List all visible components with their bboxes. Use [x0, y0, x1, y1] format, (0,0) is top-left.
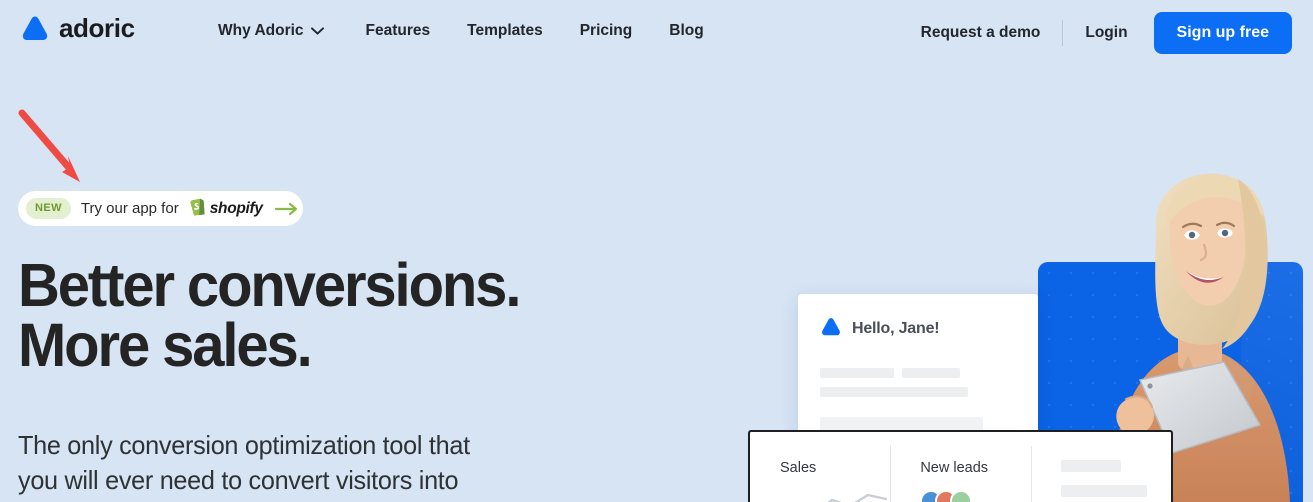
avatar [950, 490, 973, 502]
nav-actions: Request a demo Login Sign up free [921, 12, 1292, 54]
arrow-right-icon [273, 202, 299, 216]
hello-greeting: Hello, Jane! [852, 320, 940, 337]
stats-column-placeholder [1030, 432, 1171, 502]
avatar-group [920, 490, 1030, 502]
stats-column-new-leads: New leads [890, 432, 1030, 502]
placeholder-bar [902, 368, 960, 378]
nav-links: Why Adoric Features Templates Pricing Bl… [218, 22, 741, 40]
nav-link-label: Templates [467, 22, 543, 39]
placeholder-bar [820, 387, 968, 397]
promo-pill-text: Try our app for [80, 200, 179, 217]
nav-divider [1062, 20, 1064, 46]
hero-illustration: Hello, Jane! Sales New leads [740, 80, 1313, 502]
login-link[interactable]: Login [1085, 14, 1127, 52]
new-badge: NEW [26, 198, 71, 219]
page-title: Better conversions. More sales. [18, 255, 683, 379]
subcopy-line-1: The only conversion optimization tool th… [18, 430, 470, 460]
placeholder-bar [820, 368, 894, 378]
adoric-triangle-logo-icon [820, 316, 842, 342]
brand-logo[interactable]: adoric [20, 14, 135, 42]
stats-column-label: Sales [780, 460, 817, 476]
nav-link-label: Blog [669, 22, 704, 39]
sign-up-free-button[interactable]: Sign up free [1153, 12, 1292, 54]
stats-column-label: New leads [920, 460, 989, 476]
nav-link-label: Pricing [579, 22, 633, 39]
chevron-down-icon [310, 27, 324, 35]
stats-column-sales: Sales [750, 432, 890, 502]
hero-subcopy: The only conversion optimization tool th… [18, 428, 639, 498]
placeholder-bar [1060, 485, 1147, 497]
sparkline-chart-icon [827, 493, 888, 502]
stats-card: Sales New leads [748, 430, 1173, 502]
nav-link-blog[interactable]: Blog [669, 22, 723, 40]
placeholder-line-row [820, 368, 1016, 378]
nav-link-label: Features [365, 22, 431, 39]
subcopy-line-2: you will ever need to convert visitors i… [18, 464, 459, 495]
hello-card-header: Hello, Jane! [820, 316, 1016, 342]
nav-link-label: Why Adoric [218, 22, 304, 39]
headline-line-2: More sales. [18, 310, 313, 379]
shopify-lockup: shopify [189, 197, 263, 221]
brand-name: adoric [59, 13, 135, 43]
nav-link-pricing[interactable]: Pricing [580, 22, 653, 40]
headline-line-1: Better conversions. [18, 251, 521, 319]
shopify-wordmark: shopify [209, 199, 263, 217]
nav-link-why-adoric[interactable]: Why Adoric [218, 22, 344, 40]
red-arrow-annotation-icon [8, 100, 118, 200]
request-demo-link[interactable]: Request a demo [921, 14, 1041, 52]
nav-link-features[interactable]: Features [366, 22, 451, 40]
top-navigation-bar: adoric Why Adoric Features Templates Pri… [0, 0, 1313, 68]
shopify-bag-icon [189, 197, 206, 221]
shopify-promo-pill[interactable]: NEW Try our app for shopify [18, 191, 303, 226]
adoric-triangle-logo-icon [20, 14, 50, 42]
placeholder-bar [1060, 460, 1121, 472]
nav-link-templates[interactable]: Templates [467, 22, 563, 40]
